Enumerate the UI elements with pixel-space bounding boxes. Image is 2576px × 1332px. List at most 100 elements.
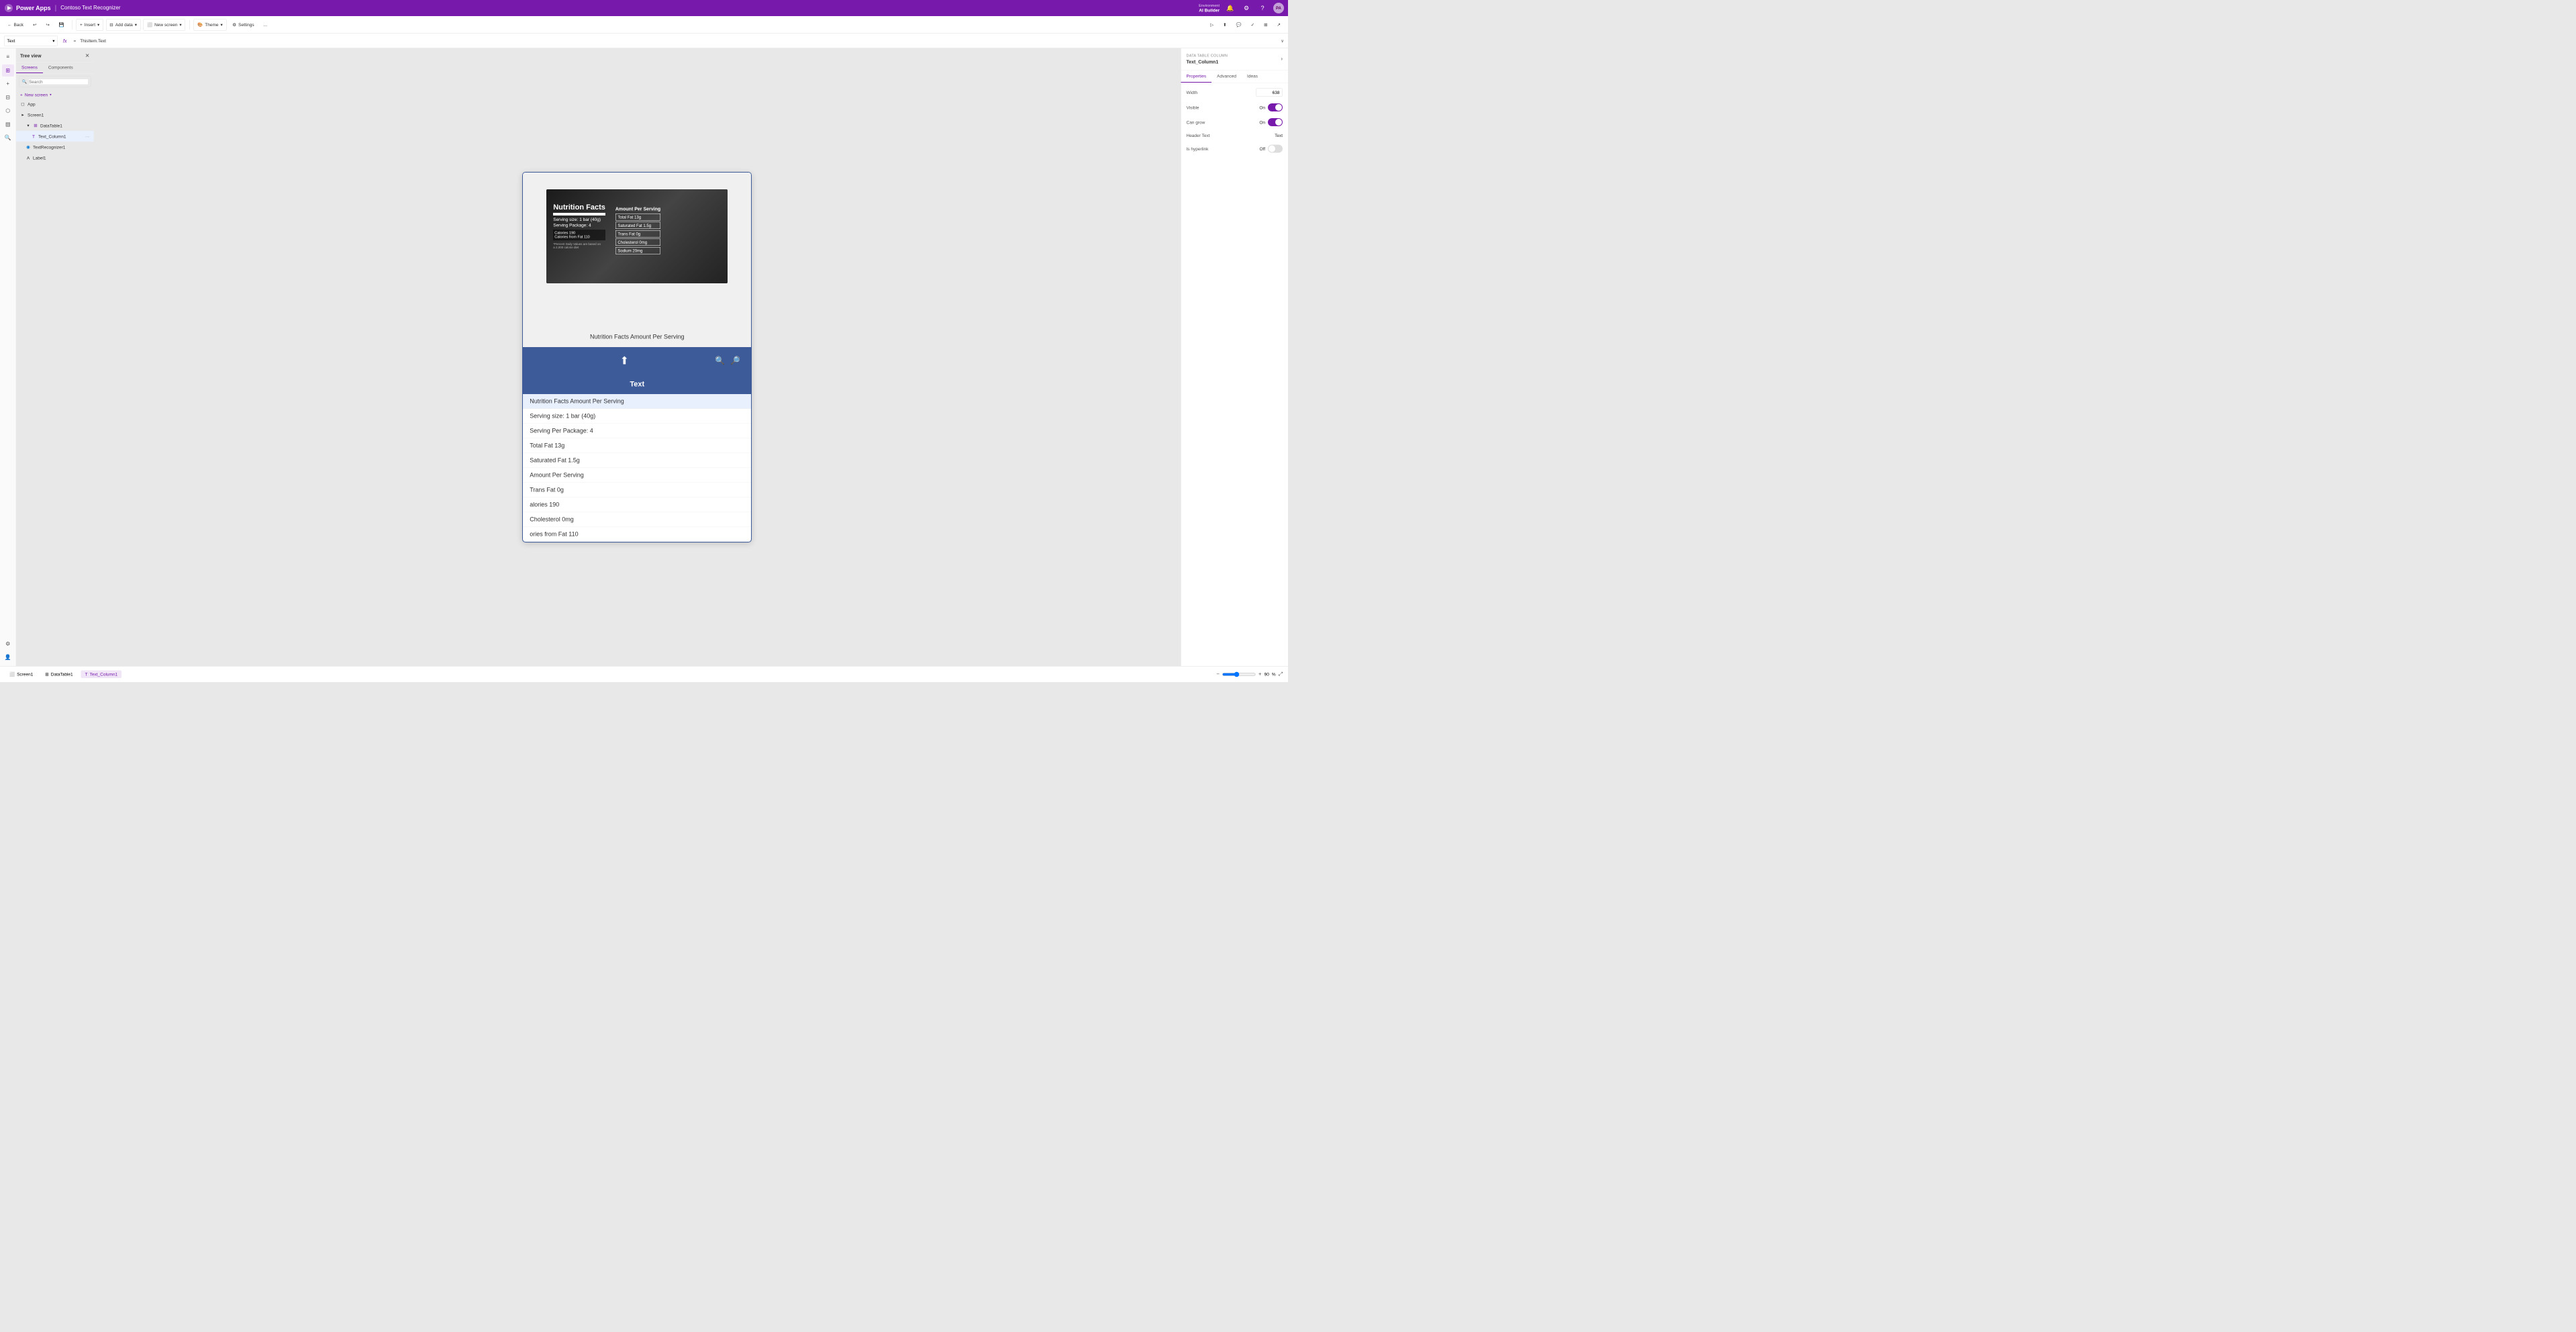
data-row-2[interactable]: Serving Per Package: 4 [523,424,751,438]
formula-expand-icon[interactable]: ∨ [1281,38,1284,44]
advanced-tab[interactable]: Advanced [1211,70,1242,83]
visible-on-label: On [1259,105,1265,110]
share-button[interactable]: ↗ [1274,19,1284,31]
fit-screen-button[interactable]: ⤢ [1279,671,1283,677]
data-row-0[interactable]: Nutrition Facts Amount Per Serving [523,394,751,409]
zoom-slider[interactable] [1222,671,1256,677]
more-button[interactable]: ... [260,19,270,31]
hamburger-menu-icon[interactable]: ≡ [2,51,14,63]
right-panel-expand-icon[interactable]: › [1281,56,1283,62]
new-screen-button[interactable]: ⬜ New screen ▾ [144,19,186,31]
status-textcolumn1-label: Text_Column1 [90,672,118,677]
field-selector[interactable]: Text ▾ [4,36,58,46]
tree-item-datatable1[interactable]: ▾ ⊞ DataTable1 [16,120,93,131]
screens-tab-label: Screens [21,65,38,70]
save-button[interactable]: 💾 [56,19,68,31]
undo-button[interactable]: ↩ [30,19,40,31]
redo-button[interactable]: ↪ [42,19,52,31]
check-button[interactable]: ✓ [1248,19,1258,31]
visible-toggle[interactable] [1268,103,1283,111]
preview-button[interactable]: ▷ [1207,19,1217,31]
status-screen1-tab[interactable]: ⬜ Screen1 [5,670,37,678]
status-textcolumn1-tab[interactable]: T Text_Column1 [81,671,122,679]
tree-close-button[interactable]: ✕ [85,52,90,59]
zoom-in-icon[interactable]: 🔎 [730,356,740,366]
data-icon[interactable]: ⊟ [2,91,14,103]
ideas-tab[interactable]: Ideas [1242,70,1263,83]
tree-item-textcolumn1[interactable]: T Text_Column1 ··· [16,131,93,142]
data-row-9[interactable]: ories from Fat 110 [523,527,751,542]
media-icon[interactable]: ▤ [2,118,14,130]
data-rows: Nutrition Facts Amount Per Serving Servi… [523,394,751,542]
screens-tab[interactable]: Screens [16,62,43,74]
status-screen1-label: Screen1 [17,672,33,677]
data-row-5[interactable]: Amount Per Serving [523,468,751,483]
settings-button[interactable]: ⚙ Settings [229,19,257,31]
title-bar-actions: Environment AI Builder 🔔 ⚙ ? PA [1199,3,1284,13]
upload-button[interactable]: ⬆ [620,354,629,367]
header-text-label: Header Text [1187,133,1210,138]
notification-icon[interactable]: 🔔 [1225,3,1236,13]
textcolumn-more-icon[interactable]: ··· [85,134,90,139]
user-bottom-icon[interactable]: 👤 [2,651,14,663]
new-screen-plus-icon: + [20,93,23,98]
data-row-8[interactable]: Cholesterol 0mg [523,512,751,527]
data-row-7[interactable]: alories 190 [523,497,751,512]
tree-item-app[interactable]: ◻ App [16,99,93,109]
datatable-table-icon: ⊞ [33,123,38,128]
zoom-increase-button[interactable]: + [1258,671,1262,677]
theme-label: Theme [205,22,218,28]
is-hyperlink-toggle[interactable] [1268,145,1283,153]
variables-icon[interactable]: ⬡ [2,105,14,117]
tree-item-screen1[interactable]: ▸ Screen1 [16,109,93,120]
publish-button[interactable]: ⬆ [1220,19,1230,31]
insert-button[interactable]: + Insert ▾ [76,19,103,31]
data-row-3[interactable]: Total Fat 13g [523,438,751,453]
label1-label: Label1 [33,155,46,160]
status-datatable1-tab[interactable]: ⊞ DataTable1 [41,670,77,678]
is-hyperlink-toggle-area: Off [1259,145,1283,153]
components-tab[interactable]: Components [43,62,79,74]
above-table-text: Nutrition Facts Amount Per Serving [590,334,685,340]
data-row-4[interactable]: Saturated Fat 1.5g [523,453,751,468]
field-name: Text [7,38,15,44]
settings-icon[interactable]: ⚙ [1241,3,1252,13]
data-row-1[interactable]: Serving size: 1 bar (40g) [523,409,751,424]
properties-tab[interactable]: Properties [1181,70,1212,83]
plus-icon: + [80,22,83,28]
theme-button[interactable]: 🎨 Theme ▾ [194,19,227,31]
add-item-icon[interactable]: + [2,78,14,90]
zoom-decrease-button[interactable]: − [1216,671,1220,677]
formula-expression[interactable]: ThisItem.Text [80,38,1278,44]
new-screen-tree-button[interactable]: + New screen ▾ [16,91,93,99]
help-icon[interactable]: ? [1257,3,1268,13]
comment-button[interactable]: 💬 [1233,19,1245,31]
can-grow-toggle[interactable] [1268,118,1283,126]
visible-property-row: Visible On [1187,103,1283,111]
search-icon[interactable]: 🔍 [2,132,14,144]
status-bar: ⬜ Screen1 ⊞ DataTable1 T Text_Column1 − … [0,666,1288,682]
screen-size-button[interactable]: ⊞ [1260,19,1271,31]
zoom-out-icon[interactable]: 🔍 [715,356,725,366]
back-button[interactable]: ← Back [4,19,27,31]
data-row-6[interactable]: Trans Fat 0g [523,483,751,497]
tree-item-textrecognizer1[interactable]: ◉ TextRecognizer1 [16,142,93,152]
nutrition-image: Nutrition Facts Serving size: 1 bar (40g… [546,189,728,283]
settings-gear-icon: ⚙ [232,22,236,28]
settings-bottom-icon[interactable]: ⚙ [2,638,14,650]
data-row-0-text: Nutrition Facts Amount Per Serving [530,398,624,406]
add-data-chevron: ▾ [135,22,137,28]
column-header-text: Text [630,380,644,389]
is-hyperlink-label: Is hyperlink [1187,146,1209,152]
data-row-5-text: Amount Per Serving [530,472,584,479]
tree-view-icon[interactable]: ⊞ [2,64,14,77]
user-avatar[interactable]: PA [1273,3,1284,13]
tree-item-label1[interactable]: A Label1 [16,152,93,163]
width-input[interactable] [1256,89,1283,97]
add-data-label: Add data [115,22,133,28]
nf-content: Nutrition Facts Serving size: 1 bar (40g… [553,203,721,254]
can-grow-property-row: Can grow On [1187,118,1283,126]
data-rows-wrapper[interactable]: Nutrition Facts Amount Per Serving Servi… [523,394,751,542]
add-data-button[interactable]: ⊟ Add data ▾ [106,19,141,31]
search-input[interactable] [29,79,88,85]
